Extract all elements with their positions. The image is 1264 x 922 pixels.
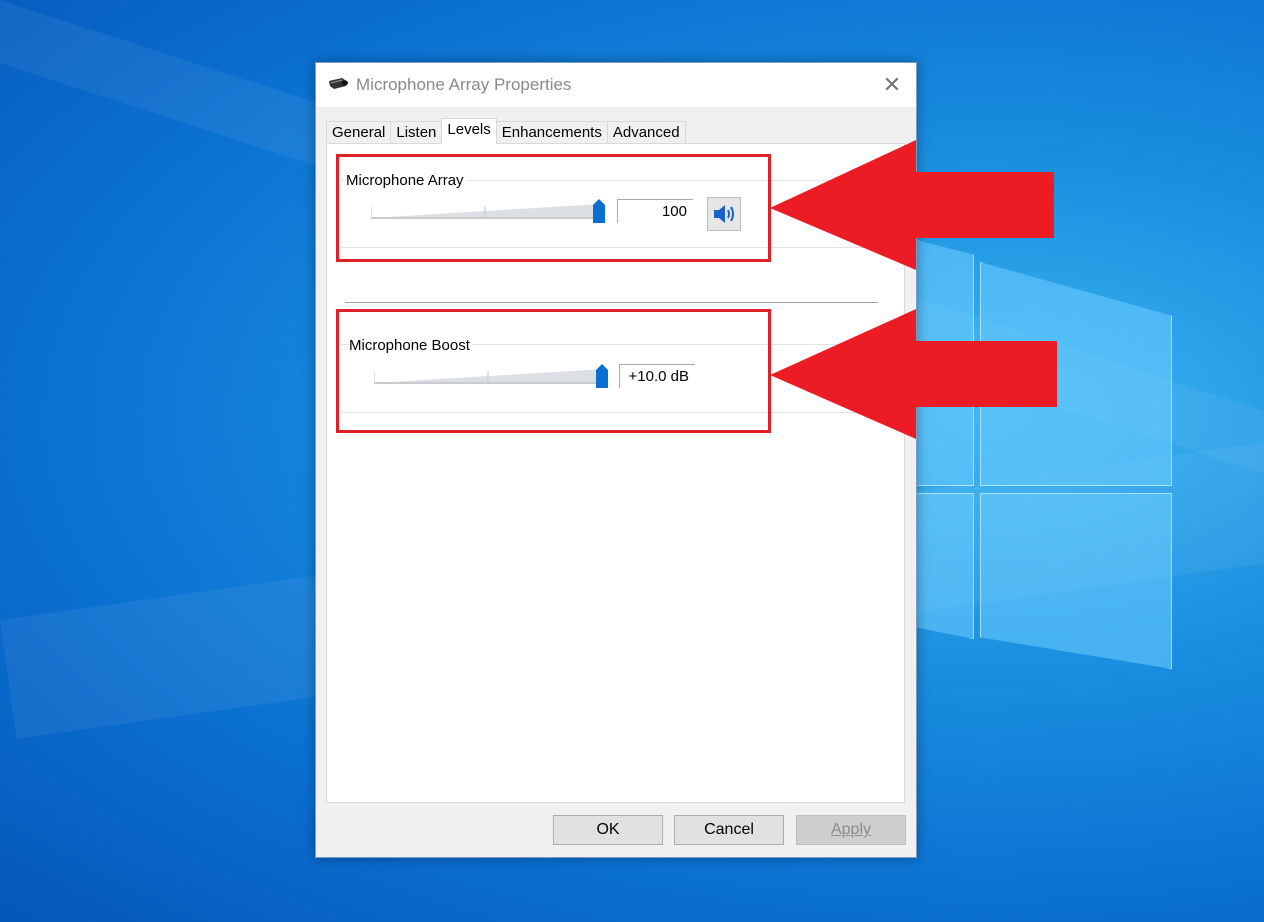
microphone-level-highlight-box <box>336 154 771 262</box>
microphone-boost-highlight-box <box>336 309 771 433</box>
arrow-pointer-icon <box>770 140 1054 270</box>
microphone-icon <box>329 78 348 89</box>
close-icon: ✕ <box>882 72 902 98</box>
tab-general[interactable]: General <box>326 121 392 144</box>
tab-advanced[interactable]: Advanced <box>606 121 686 144</box>
tab-enhancements[interactable]: Enhancements <box>495 121 608 144</box>
title-bar[interactable]: Microphone Array Properties ✕ <box>316 63 916 107</box>
close-button[interactable]: ✕ <box>868 63 916 107</box>
arrow-pointer-icon <box>770 309 1057 439</box>
cancel-button[interactable]: Cancel <box>674 815 784 845</box>
dialog-title: Microphone Array Properties <box>356 75 572 94</box>
section-separator <box>345 302 878 303</box>
ok-button[interactable]: OK <box>553 815 663 845</box>
tab-listen[interactable]: Listen <box>390 121 443 144</box>
apply-button[interactable]: Apply <box>796 815 906 845</box>
tab-levels[interactable]: Levels <box>441 118 497 144</box>
tab-strip: General Listen Levels Enhancements Advan… <box>326 118 686 144</box>
